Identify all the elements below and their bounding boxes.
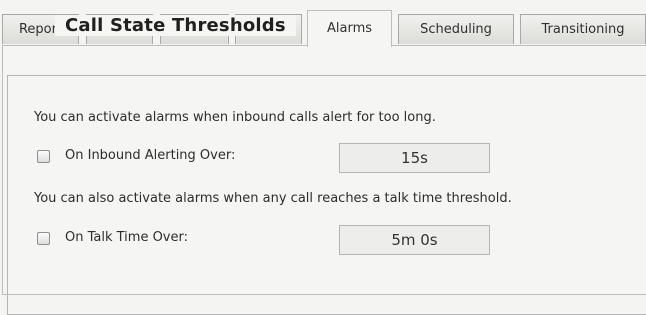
talk-time-checkbox[interactable] — [37, 232, 50, 245]
talk-time-alarm-description: You can also activate alarms when any ca… — [34, 191, 512, 206]
inbound-alarm-description: You can activate alarms when inbound cal… — [34, 110, 436, 125]
tab-transitioning[interactable]: Transitioning — [520, 14, 646, 44]
inbound-alerting-threshold-field[interactable]: 15s — [339, 143, 490, 173]
tab-scheduling[interactable]: Scheduling — [398, 14, 514, 44]
tab-alarms[interactable]: Alarms — [307, 10, 392, 47]
inbound-alerting-checkbox[interactable] — [37, 150, 50, 163]
section-title: Call State Thresholds — [55, 15, 296, 36]
talk-time-threshold-field[interactable]: 5m 0s — [339, 225, 490, 255]
alarms-panel — [2, 45, 646, 315]
inbound-alerting-label: On Inbound Alerting Over: — [65, 148, 236, 163]
talk-time-label: On Talk Time Over: — [65, 230, 188, 245]
